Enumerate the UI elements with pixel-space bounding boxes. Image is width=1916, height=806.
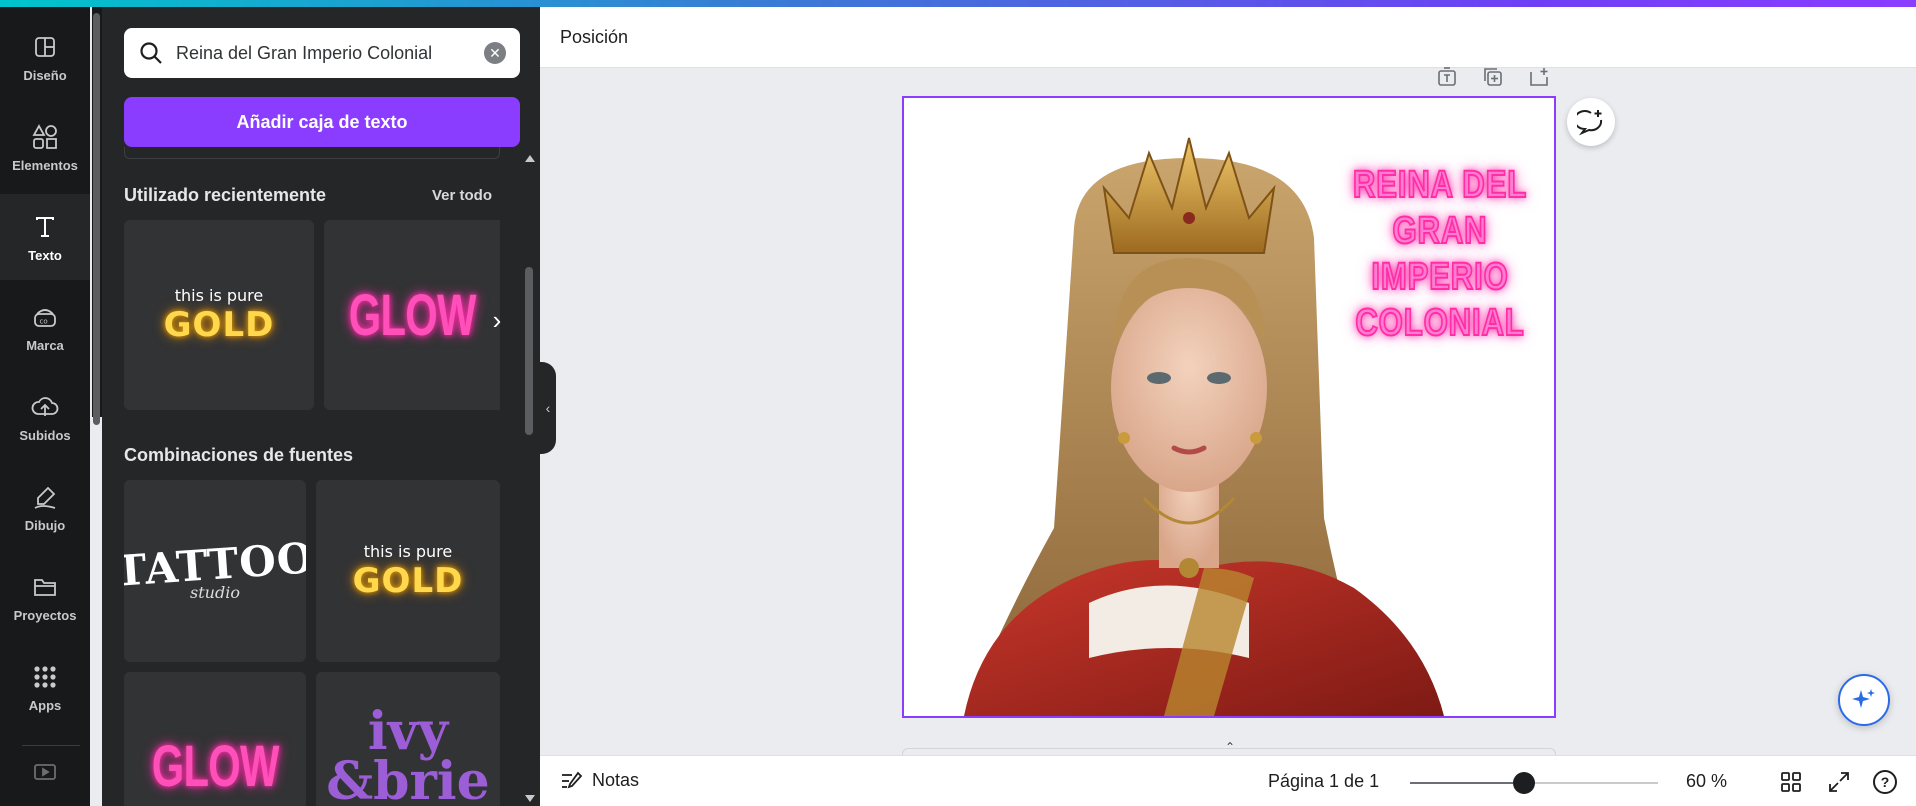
help-icon[interactable]: ? [1872, 769, 1898, 795]
page-text-icon[interactable] [1436, 66, 1458, 88]
combo-card-glow[interactable]: GLOW [124, 672, 306, 806]
video-icon [30, 757, 60, 787]
card-line-2: &brie [326, 750, 490, 806]
rail-item-video[interactable] [0, 747, 90, 797]
notes-label: Notas [592, 770, 640, 790]
zoom-slider-fill [1410, 782, 1525, 784]
card-small-text: this is pure [174, 285, 264, 305]
card-big-text: GOLD [163, 304, 275, 345]
brand-icon: co [30, 302, 60, 332]
chevron-right-icon[interactable]: › [484, 305, 510, 335]
add-text-box-button[interactable]: Añadir caja de texto [124, 97, 520, 147]
font-combos-title: Combinaciones de fuentes [124, 445, 354, 465]
editor-toolbar: Posición [540, 7, 1916, 68]
svg-text:co: co [40, 317, 48, 325]
neon-title-text[interactable]: REINA DEL GRAN IMPERIO COLONIAL [1351, 162, 1528, 346]
card-big-text: TATTOO [124, 533, 306, 596]
partial-card [124, 147, 500, 159]
folder-icon [30, 572, 60, 602]
zoom-slider-thumb[interactable] [1513, 772, 1536, 794]
search-icon [140, 42, 162, 64]
rail-item-elements[interactable]: Elementos [0, 104, 90, 190]
rail-item-projects[interactable]: Proyectos [0, 554, 90, 640]
rail-item-brand[interactable]: co Marca [0, 284, 90, 370]
card-big-text: GOLD [352, 560, 464, 601]
draw-icon [30, 482, 60, 512]
panel-scroll-thumb[interactable] [525, 267, 533, 435]
search-box: ✕ [124, 28, 520, 78]
rail-label: Subidos [19, 427, 71, 443]
design-canvas[interactable]: REINA DEL GRAN IMPERIO COLONIAL [902, 96, 1556, 718]
rail-item-design[interactable]: Diseño [0, 14, 90, 100]
collapse-panel-handle[interactable]: ‹ [540, 362, 556, 454]
apps-grid-icon [30, 662, 60, 692]
sparkle-icon [1852, 689, 1875, 708]
rail-label: Apps [28, 697, 62, 713]
combo-card-gold[interactable]: this is pure GOLD [316, 480, 500, 662]
text-icon [30, 212, 60, 242]
notes-icon [562, 771, 582, 788]
add-comment-button[interactable] [1567, 98, 1615, 146]
search-input[interactable] [176, 42, 484, 64]
rail-label: Proyectos [13, 607, 77, 623]
status-bar: Notas Página 1 de 1 60 % ? [540, 755, 1916, 806]
card-line-1: ivy [367, 701, 449, 763]
duplicate-page-icon[interactable] [1482, 66, 1504, 88]
shapes-icon [30, 122, 60, 152]
combo-card-ivy[interactable]: ivy &brie [316, 672, 500, 806]
magic-assistant-button[interactable] [1838, 674, 1890, 726]
panel-scrollbar[interactable] [520, 155, 540, 806]
side-nav-rail: Diseño Elementos Texto co Marca Subidos … [0, 7, 90, 806]
rail-label: Texto [28, 247, 62, 263]
card-big-text: GLOW [151, 734, 279, 799]
recent-section-title: Utilizado recientemente [124, 185, 327, 205]
fullscreen-icon[interactable] [1826, 769, 1852, 795]
chevron-up-icon[interactable]: ⌃ [1218, 740, 1242, 754]
page-indicator[interactable]: Página 1 de 1 [1268, 771, 1379, 792]
rail-label: Dibujo [24, 517, 66, 533]
rail-item-apps[interactable]: Apps [0, 644, 90, 730]
rail-item-text[interactable]: Texto [0, 194, 90, 280]
zoom-slider[interactable] [1410, 772, 1658, 794]
cloud-upload-icon [30, 392, 60, 422]
add-page-icon[interactable] [1528, 66, 1550, 88]
zoom-level[interactable]: 60 % [1686, 771, 1727, 792]
layout-icon [30, 32, 60, 62]
text-panel: ✕ Añadir caja de texto Utilizado recient… [102, 7, 540, 806]
scroll-up-arrow[interactable] [525, 155, 535, 162]
rail-item-draw[interactable]: Dibujo [0, 464, 90, 550]
recent-card-gold[interactable]: this is pure GOLD [124, 220, 314, 410]
card-big-text: GLOW [348, 282, 476, 348]
position-button[interactable]: Posición [560, 27, 628, 48]
see-all-link[interactable]: Ver todo [432, 187, 492, 204]
rail-scrollbar[interactable] [92, 7, 102, 425]
rail-label: Elementos [12, 157, 78, 173]
rail-scroll-thumb[interactable] [93, 13, 100, 425]
rail-label: Marca [26, 337, 64, 353]
card-small-text: this is pure [363, 541, 453, 561]
recent-card-glow[interactable]: GLOW [324, 220, 500, 410]
rail-label: Diseño [23, 67, 67, 83]
rail-item-uploads[interactable]: Subidos [0, 374, 90, 460]
rail-divider [22, 745, 80, 746]
clear-search-icon[interactable]: ✕ [484, 42, 506, 64]
top-accent-bar [0, 0, 1916, 7]
notes-button[interactable]: Notas [560, 770, 639, 791]
combo-card-tattoo[interactable]: TATTOO studio [124, 480, 306, 662]
page-actions [1436, 66, 1550, 88]
grid-view-icon[interactable] [1778, 769, 1804, 795]
scroll-down-arrow[interactable] [525, 795, 535, 802]
comment-plus-icon [1577, 110, 1603, 136]
